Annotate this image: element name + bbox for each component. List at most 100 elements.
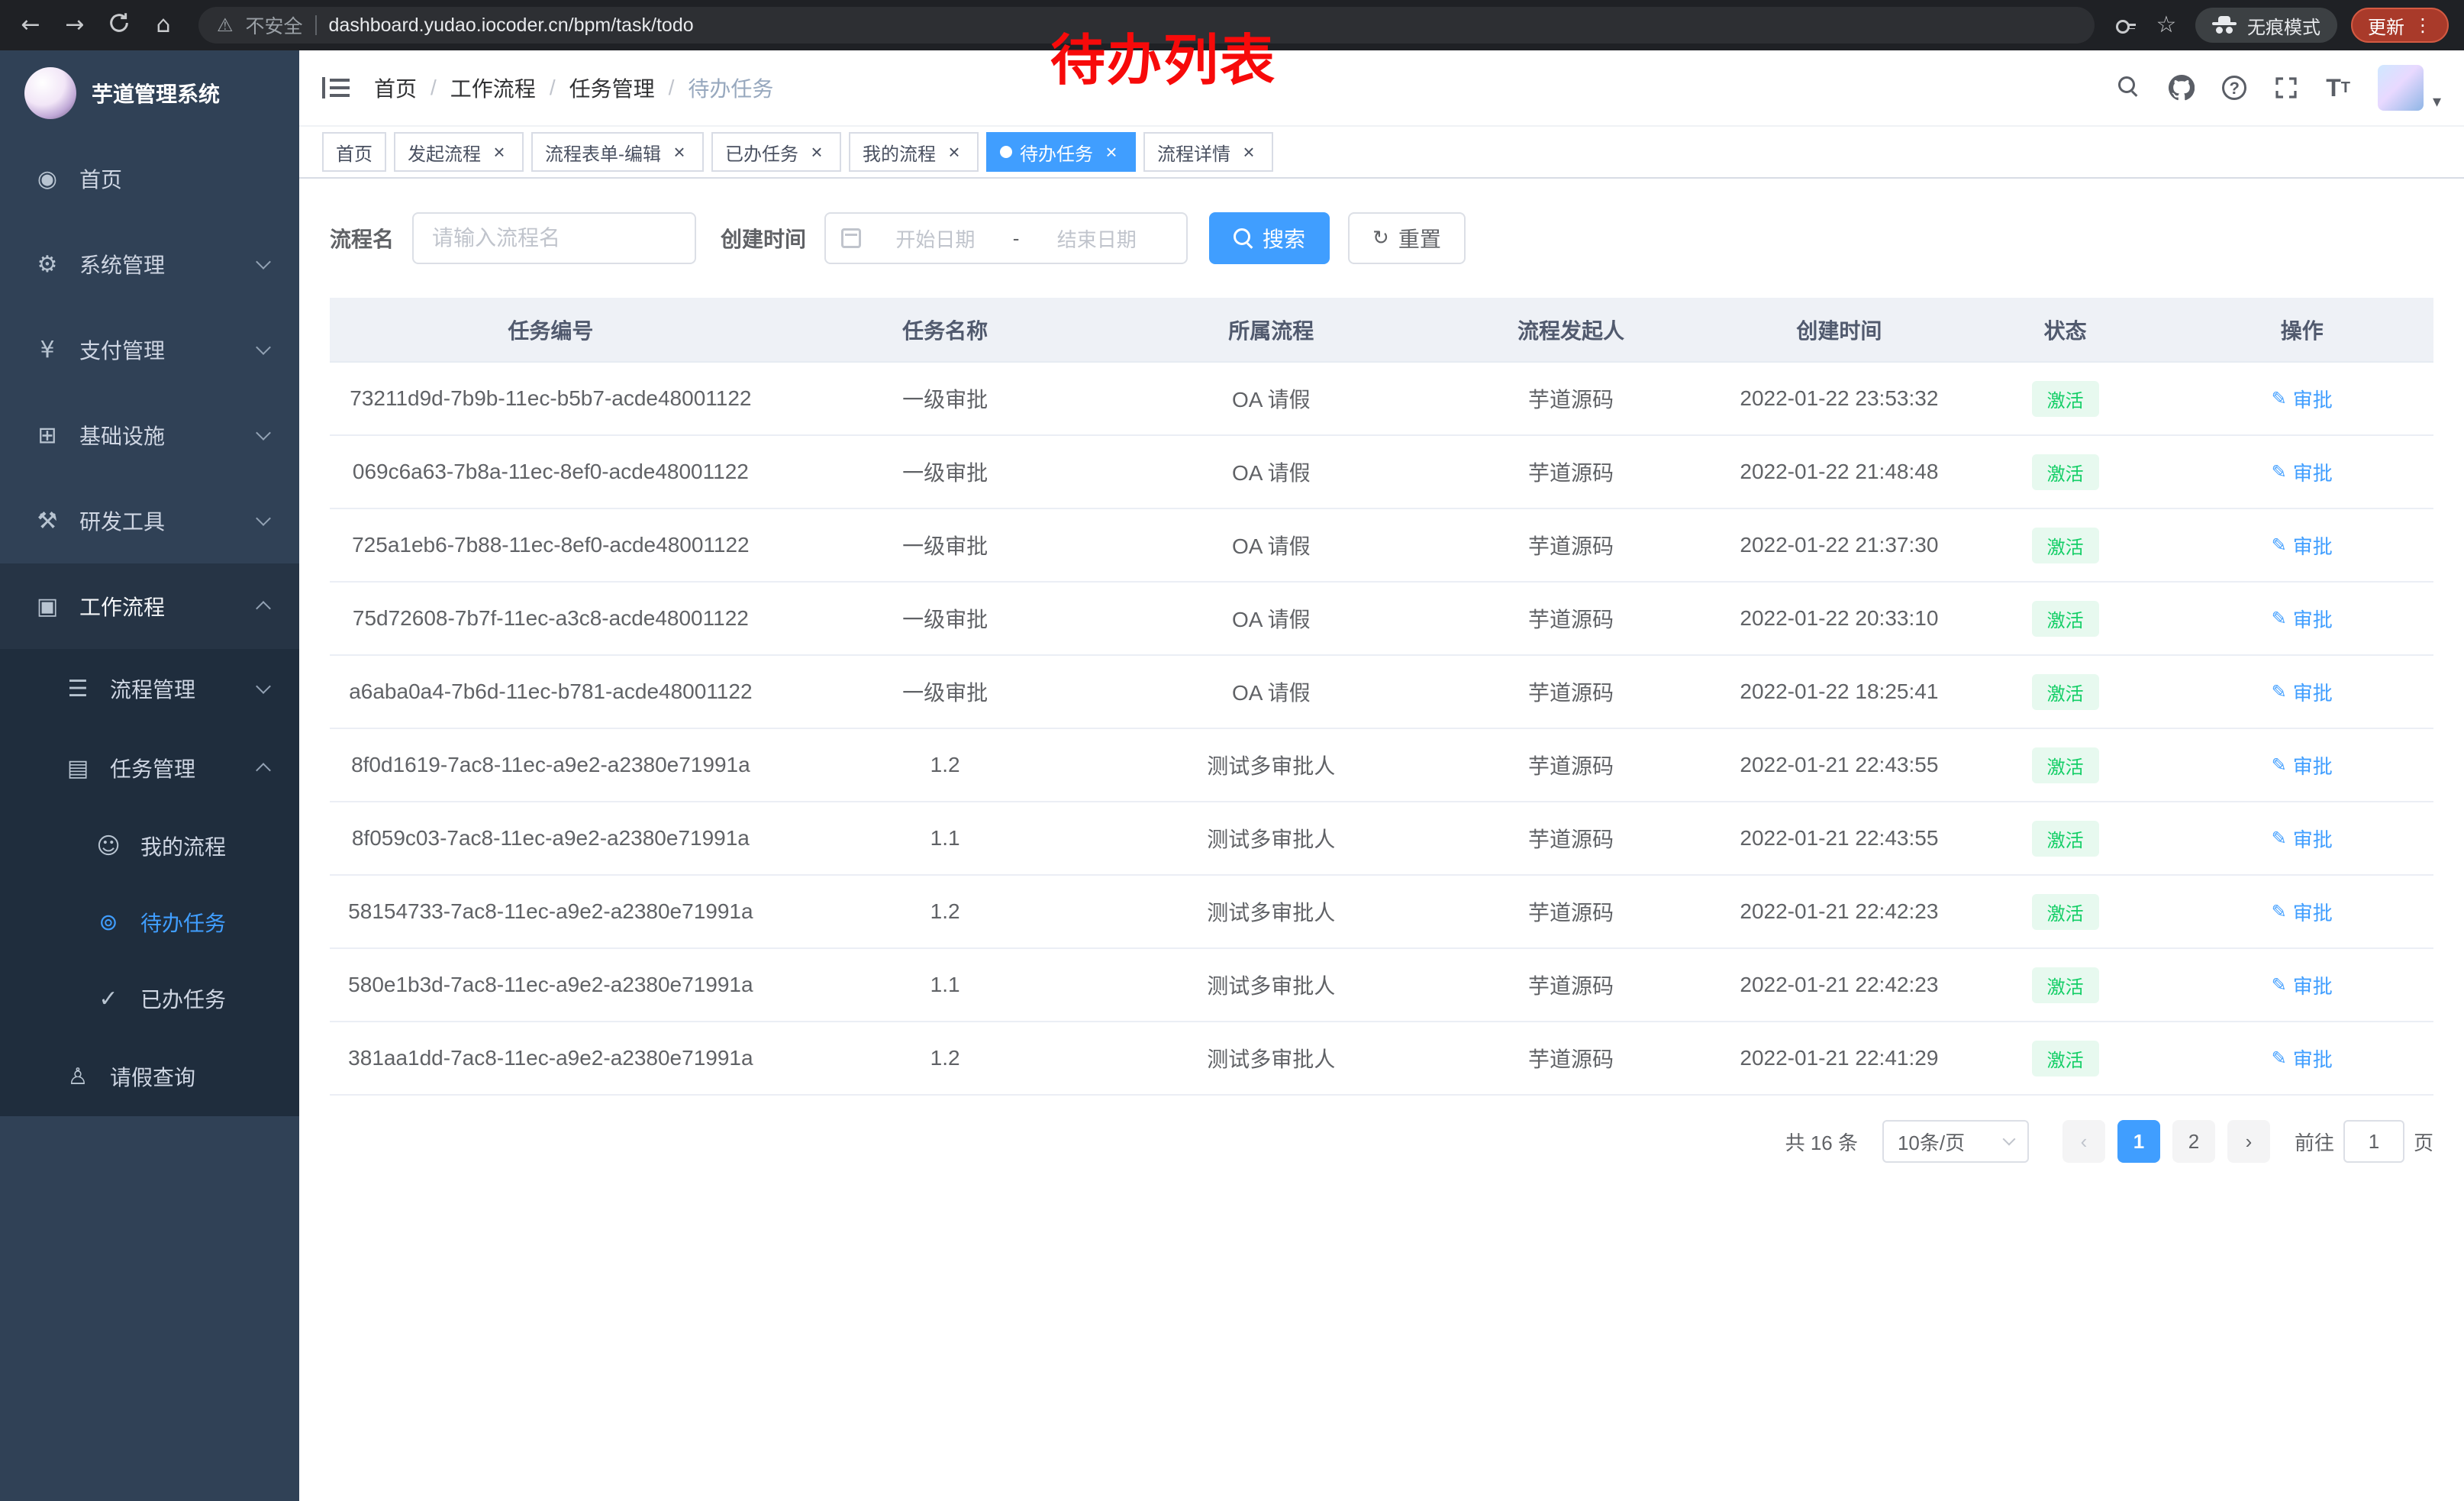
sidebar-item-infra[interactable]: ⊞ 基础设施 [0, 392, 299, 478]
reset-button[interactable]: ↻ 重置 [1348, 212, 1466, 264]
home-icon[interactable]: ⌂ [148, 14, 179, 37]
tab[interactable]: 流程表单-编辑 × [531, 132, 704, 172]
table-header-row: 任务编号 任务名称 所属流程 流程发起人 创建时间 状态 操作 [330, 298, 2433, 362]
sidebar-item-task-mgmt[interactable]: ▤ 任务管理 [0, 728, 299, 808]
fold-sidebar-icon[interactable] [322, 76, 350, 100]
sidebar-item-system[interactable]: ⚙ 系统管理 [0, 221, 299, 307]
prev-page-button[interactable]: ‹ [2062, 1120, 2105, 1163]
date-range-separator: - [1010, 227, 1023, 250]
back-icon[interactable]: ← [15, 14, 46, 37]
sidebar-item-leave-query[interactable]: ♙ 请假查询 [0, 1037, 299, 1116]
cell-task-id: 381aa1dd-7ac8-11ec-a9e2-a2380e71991a [330, 1022, 772, 1095]
cell-process: OA 请假 [1118, 435, 1424, 508]
avatar[interactable] [2378, 65, 2424, 111]
next-page-button[interactable]: › [2227, 1120, 2270, 1163]
close-icon[interactable]: × [943, 141, 965, 163]
table-row: 580e1b3d-7ac8-11ec-a9e2-a2380e71991a 1.1… [330, 948, 2433, 1022]
page-button-2[interactable]: 2 [2172, 1120, 2215, 1163]
table-row: 73211d9d-7b9b-11ec-b5b7-acde48001122 一级审… [330, 362, 2433, 435]
page-size-select[interactable]: 10条/页 [1882, 1120, 2029, 1163]
tab-label: 流程表单-编辑 [545, 139, 661, 166]
edit-icon: ✎ [2272, 608, 2287, 629]
sidebar-item-devtools[interactable]: ⚒ 研发工具 [0, 478, 299, 563]
search-icon[interactable] [2118, 76, 2141, 99]
process-name-input[interactable] [412, 212, 696, 264]
sidebar-item-home[interactable]: ◉ 首页 [0, 136, 299, 221]
close-icon[interactable]: × [669, 141, 690, 163]
approve-link[interactable]: ✎ 审批 [2272, 458, 2333, 486]
close-icon[interactable]: × [1101, 141, 1122, 163]
breadcrumb-workflow[interactable]: 工作流程 [450, 73, 536, 103]
close-icon[interactable]: × [806, 141, 827, 163]
approve-link[interactable]: ✎ 审批 [2272, 971, 2333, 999]
caret-down-icon[interactable]: ▾ [2433, 92, 2441, 111]
approve-link[interactable]: ✎ 审批 [2272, 1044, 2333, 1073]
approve-link[interactable]: ✎ 审批 [2272, 678, 2333, 706]
cell-task-id: 58154733-7ac8-11ec-a9e2-a2380e71991a [330, 875, 772, 948]
breadcrumb-home[interactable]: 首页 [374, 73, 417, 103]
help-icon[interactable]: ? [2222, 76, 2246, 100]
col-status: 状态 [1960, 298, 2171, 362]
create-time-label: 创建时间 [721, 223, 806, 253]
key-icon[interactable] [2114, 14, 2137, 37]
cell-create-time: 2022-01-21 22:43:55 [1718, 728, 1960, 802]
url-text[interactable]: dashboard.yudao.iocoder.cn/bpm/task/todo [329, 15, 694, 37]
breadcrumb-task-mgmt[interactable]: 任务管理 [569, 73, 655, 103]
tags-view: 首页 发起流程 × 流程表单-编辑 × 已办任务 × 我的流程 × 待办任务 ×… [299, 127, 2464, 179]
start-date-placeholder[interactable]: 开始日期 [861, 224, 1010, 253]
cell-process: 测试多审批人 [1118, 802, 1424, 875]
col-create-time: 创建时间 [1718, 298, 1960, 362]
approve-link[interactable]: ✎ 审批 [2272, 531, 2333, 560]
check-icon: ✓ [92, 986, 125, 1012]
reload-icon[interactable] [104, 11, 134, 39]
close-icon[interactable]: × [489, 141, 510, 163]
cell-create-time: 2022-01-22 21:37:30 [1718, 508, 1960, 582]
sidebar-item-process-mgmt[interactable]: ☰ 流程管理 [0, 649, 299, 728]
tab[interactable]: 已办任务 × [711, 132, 841, 172]
tab[interactable]: 我的流程 × [849, 132, 979, 172]
person-chat-icon: ☺ [92, 833, 125, 860]
approve-link[interactable]: ✎ 审批 [2272, 898, 2333, 926]
close-icon[interactable]: × [1238, 141, 1259, 163]
browser-menu-icon[interactable]: ⋮ [2414, 15, 2432, 36]
approve-link[interactable]: ✎ 审批 [2272, 385, 2333, 413]
github-icon[interactable] [2169, 75, 2195, 101]
cell-task-name: 一级审批 [772, 655, 1119, 728]
sidebar-item-workflow[interactable]: ▣ 工作流程 [0, 563, 299, 649]
chevron-down-icon [2002, 1133, 2015, 1146]
approve-link[interactable]: ✎ 审批 [2272, 825, 2333, 853]
bookmark-star-icon[interactable]: ☆ [2151, 14, 2182, 37]
goto-page-input[interactable] [2343, 1120, 2404, 1163]
edit-icon: ✎ [2272, 974, 2287, 996]
tab[interactable]: 待办任务 × [986, 132, 1136, 172]
tab[interactable]: 流程详情 × [1143, 132, 1273, 172]
sidebar-item-todo-tasks[interactable]: ⊚ 待办任务 [0, 884, 299, 960]
update-button[interactable]: 更新 ⋮ [2351, 8, 2449, 43]
end-date-placeholder[interactable]: 结束日期 [1022, 224, 1171, 253]
cell-task-id: 580e1b3d-7ac8-11ec-a9e2-a2380e71991a [330, 948, 772, 1022]
font-size-icon[interactable]: TT [2326, 76, 2350, 100]
app-title: 芋道管理系统 [92, 78, 220, 108]
sidebar-item-done-tasks[interactable]: ✓ 已办任务 [0, 960, 299, 1037]
date-range-picker[interactable]: 开始日期 - 结束日期 [824, 212, 1188, 264]
cell-status: 激活 [1960, 435, 2171, 508]
approve-link[interactable]: ✎ 审批 [2272, 751, 2333, 780]
search-button[interactable]: 搜索 [1209, 212, 1330, 264]
fullscreen-icon[interactable] [2274, 76, 2298, 100]
sidebar-item-my-process[interactable]: ☺ 我的流程 [0, 808, 299, 884]
cell-status: 激活 [1960, 728, 2171, 802]
active-dot [1000, 146, 1012, 158]
page-button-1[interactable]: 1 [2117, 1120, 2160, 1163]
security-label[interactable]: 不安全 [246, 11, 303, 39]
tab[interactable]: 首页 [322, 132, 386, 172]
top-navbar: 首页 / 工作流程 / 任务管理 / 待办任务 ? TT [299, 50, 2464, 127]
forward-icon[interactable]: → [60, 14, 90, 37]
cell-create-time: 2022-01-22 18:25:41 [1718, 655, 1960, 728]
tab[interactable]: 发起流程 × [394, 132, 524, 172]
approve-link[interactable]: ✎ 审批 [2272, 605, 2333, 633]
cell-action: ✎ 审批 [2170, 435, 2433, 508]
sidebar-item-payment[interactable]: ¥ 支付管理 [0, 307, 299, 392]
cell-action: ✎ 审批 [2170, 948, 2433, 1022]
search-icon [1234, 228, 1253, 248]
eye-icon: ⊚ [92, 909, 125, 936]
